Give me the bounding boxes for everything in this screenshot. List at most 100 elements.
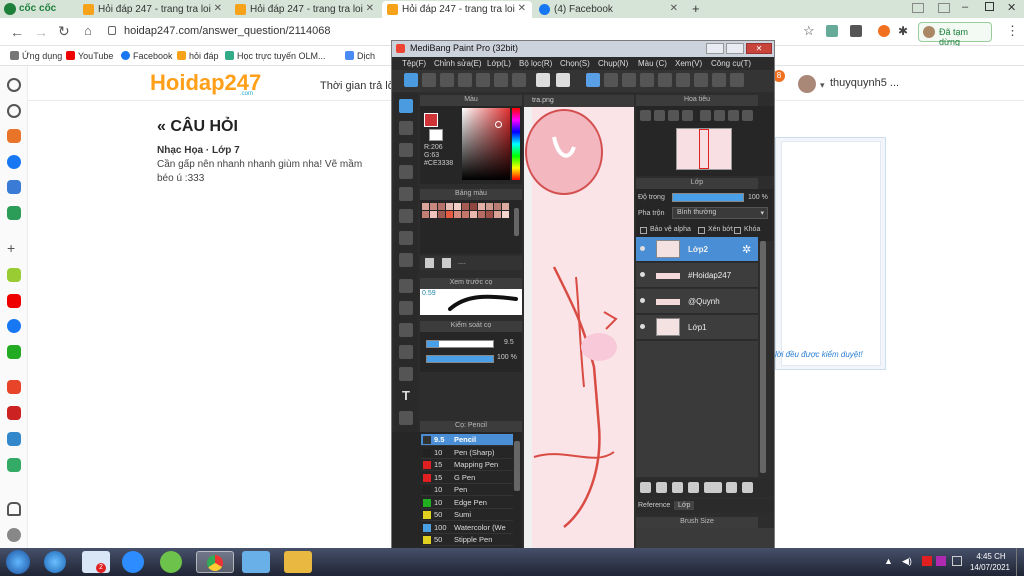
palette-swatch[interactable] [422, 203, 429, 210]
bookmark-olm[interactable]: Học trực tuyến OLM... [225, 51, 326, 61]
lock-checkbox[interactable] [734, 227, 741, 234]
palette-swatch[interactable] [462, 203, 469, 210]
medibang-window[interactable]: MediBang Paint Pro (32bit) ✕ Tệp(F) Chỉn… [391, 40, 775, 550]
shape-tool-icon[interactable] [399, 165, 413, 179]
palette-swatch[interactable] [502, 203, 509, 210]
extension-icon[interactable] [826, 25, 838, 37]
site-logo[interactable]: Hoidap247 .com [150, 70, 261, 97]
eraser-tool-icon[interactable] [399, 121, 413, 135]
vietkey-icon[interactable] [936, 556, 946, 566]
palette-swatch[interactable] [430, 211, 437, 218]
palette-swatch[interactable] [486, 203, 493, 210]
chat-icon[interactable] [458, 73, 472, 87]
eye-icon[interactable] [640, 272, 645, 277]
crown-icon[interactable] [7, 129, 21, 143]
palette-scrollbar[interactable] [514, 208, 519, 236]
new-8bit-layer-icon[interactable] [672, 482, 683, 493]
actual-size-icon[interactable] [682, 110, 693, 121]
snap-off-icon[interactable] [604, 73, 618, 87]
download-panel-icon[interactable] [938, 3, 950, 13]
protect-alpha-checkbox[interactable] [640, 227, 647, 234]
sidebar-toggle-icon[interactable] [912, 3, 924, 13]
facebook-icon[interactable] [7, 319, 21, 333]
primary-color-swatch[interactable] [424, 113, 438, 127]
fit-icon[interactable] [668, 110, 679, 121]
chrome-taskbar-icon[interactable] [196, 551, 234, 573]
close-icon[interactable]: ✕ [746, 43, 772, 54]
palette-more[interactable]: .... [458, 259, 466, 266]
clip-checkbox[interactable] [698, 227, 705, 234]
brush-size-panel[interactable] [636, 528, 774, 549]
eye-icon[interactable] [640, 324, 645, 329]
notification-bell-icon[interactable] [7, 502, 21, 516]
palette-grid[interactable] [422, 203, 512, 223]
palette-swatch[interactable] [438, 203, 445, 210]
palette-swatch[interactable] [470, 211, 477, 218]
blend-mode-select[interactable]: Bình thường ▾ [672, 207, 768, 219]
gear-icon[interactable]: ✲ [742, 243, 751, 256]
flip-icon[interactable] [728, 110, 739, 121]
app-icon[interactable] [7, 380, 21, 394]
zoom-in-icon[interactable] [640, 110, 651, 121]
gradient-tool-icon[interactable] [399, 253, 413, 267]
palette-swatch[interactable] [430, 203, 437, 210]
lasso-tool-icon[interactable] [399, 301, 413, 315]
snap-parallel-icon[interactable] [622, 73, 636, 87]
dot-tool-icon[interactable] [399, 143, 413, 157]
text-tool-icon[interactable]: T [399, 389, 413, 403]
brush-item[interactable]: 10 Edge Pen [421, 497, 513, 509]
new-folder-icon[interactable] [704, 482, 722, 493]
redo-icon[interactable] [556, 73, 570, 87]
snap-circle-icon[interactable] [676, 73, 690, 87]
youtube-icon[interactable] [7, 294, 21, 308]
bookmark-facebook[interactable]: Facebook [121, 51, 173, 61]
close-icon[interactable]: ✕ [214, 3, 222, 14]
menu-file[interactable]: Tệp(F) [402, 59, 426, 68]
bucket-tool-icon[interactable] [399, 231, 413, 245]
grid-icon[interactable] [730, 73, 744, 87]
minimize-icon[interactable] [706, 43, 724, 54]
drawing-canvas[interactable] [524, 107, 634, 549]
forward-icon[interactable]: → [34, 24, 48, 40]
navigator-thumbnail[interactable] [676, 128, 732, 170]
ie-icon[interactable] [44, 551, 66, 573]
brush-item[interactable]: 15 G Pen [421, 472, 513, 484]
tab-reference[interactable]: Reference [638, 502, 670, 509]
close-icon[interactable]: ✕ [518, 3, 526, 14]
bookmark-translate[interactable]: Dịch [345, 51, 375, 61]
palette-swatch[interactable] [470, 203, 477, 210]
rotate-left-icon[interactable] [700, 110, 711, 121]
brush-item[interactable]: 50 Stipple Pen [421, 534, 513, 546]
tab-1[interactable]: Hỏi đáp 247 - trang tra loi ✕ [78, 1, 228, 18]
start-button[interactable] [6, 550, 30, 574]
move-tool-icon[interactable] [399, 187, 413, 201]
tray-app-icon[interactable] [922, 556, 932, 566]
palette-swatch[interactable] [454, 203, 461, 210]
reload-icon[interactable]: ↻ [58, 23, 70, 40]
brush-list-scrollbar[interactable] [514, 441, 520, 491]
bookmark-star-icon[interactable]: ☆ [803, 23, 815, 39]
color-picker-cursor[interactable] [495, 121, 502, 128]
dropdown-chevron-icon[interactable]: ▾ [820, 80, 825, 91]
maximize-icon[interactable] [985, 2, 994, 11]
clock-date[interactable]: 14/07/2021 [966, 563, 1014, 572]
menu-color[interactable]: Màu (C) [638, 59, 667, 68]
new-palette-icon[interactable] [425, 258, 434, 268]
select-tool-icon[interactable] [399, 279, 413, 293]
paint-icon[interactable] [242, 551, 270, 573]
palette-swatch[interactable] [478, 203, 485, 210]
close-icon[interactable]: ✕ [366, 3, 374, 14]
download-icon[interactable] [850, 25, 862, 37]
sale-icon[interactable] [7, 432, 21, 446]
tab-3-active[interactable]: Hỏi đáp 247 - trang tra loi ✕ [382, 1, 532, 18]
hue-slider[interactable] [512, 108, 520, 180]
palette-swatch[interactable] [478, 211, 485, 218]
add-icon[interactable]: + [7, 241, 21, 256]
vtv-icon[interactable] [7, 406, 21, 420]
brush-item[interactable]: 10 Pen [421, 484, 513, 496]
layer-opacity-slider[interactable] [672, 193, 744, 202]
canvas-tab[interactable]: tra.png [532, 97, 554, 104]
turtle-icon[interactable] [7, 458, 21, 472]
snap-radial-icon[interactable] [658, 73, 672, 87]
bookmark-apps[interactable]: Ứng dụng [10, 51, 62, 61]
